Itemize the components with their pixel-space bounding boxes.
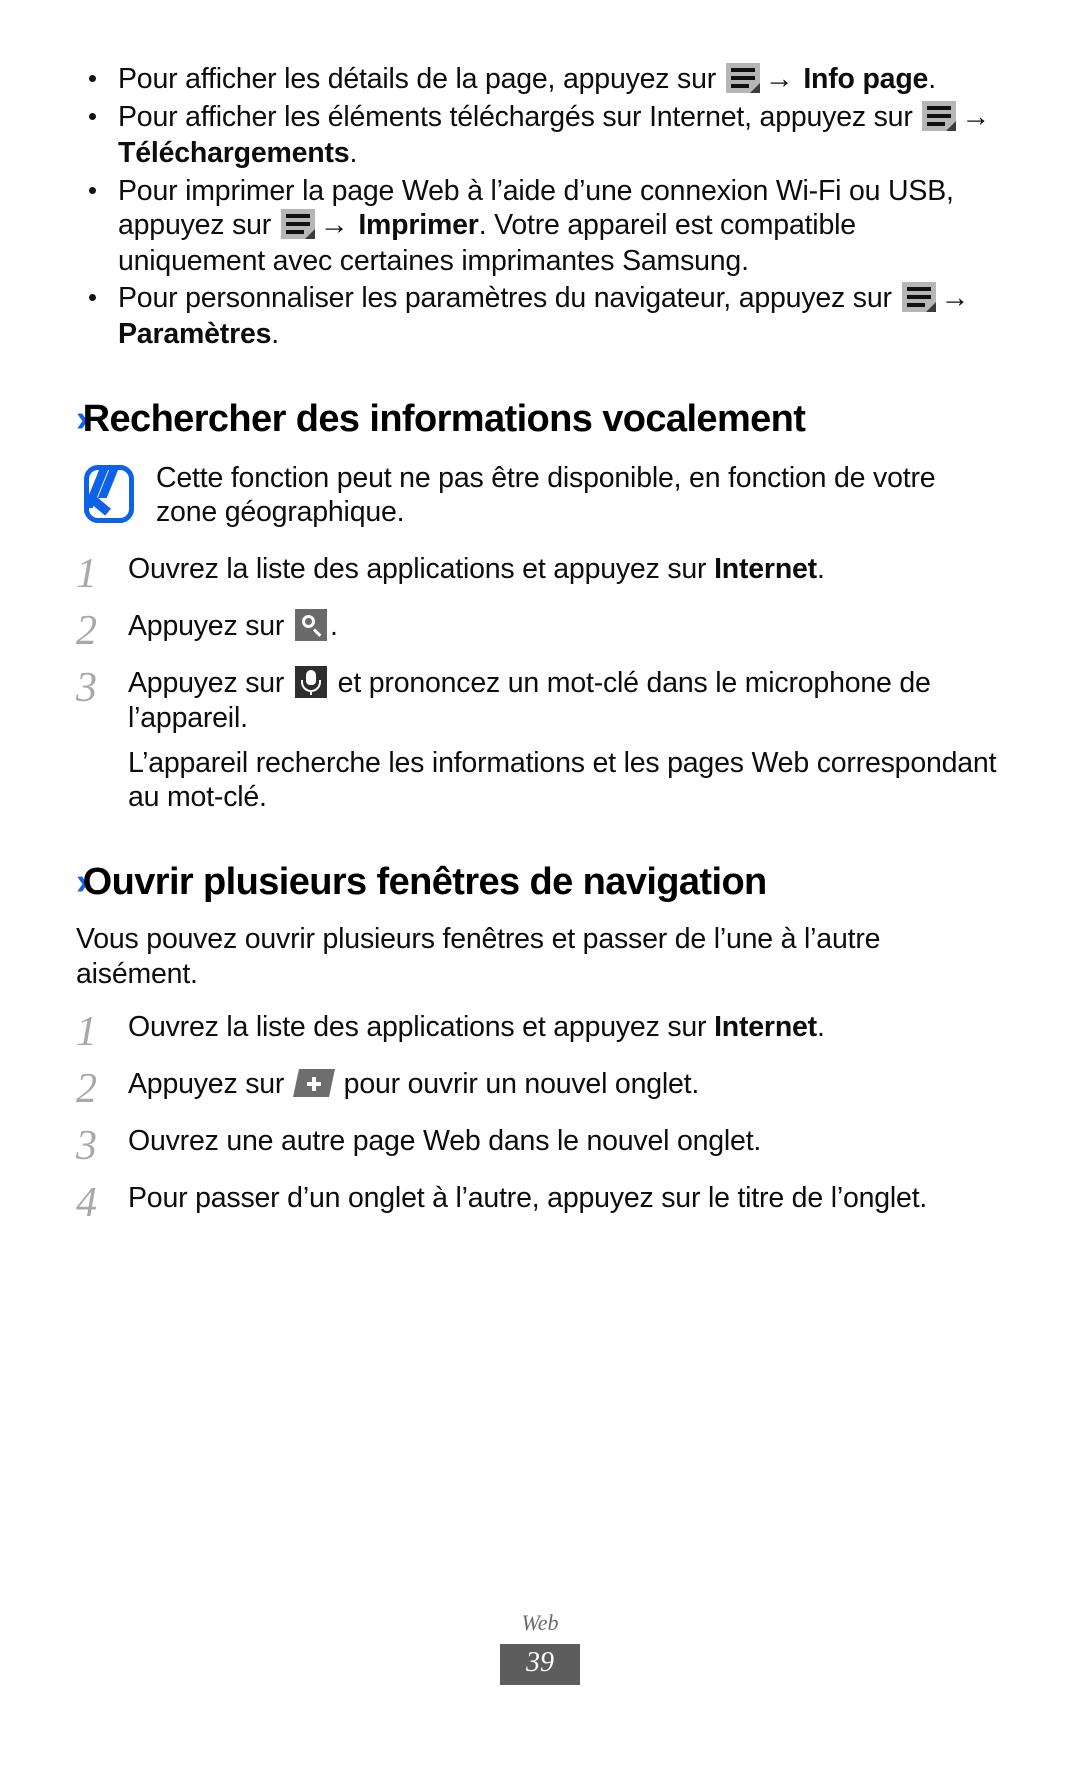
step-item: 1 Ouvrez la liste des applications et ap…	[76, 552, 1004, 595]
bullet-imprimer: Pour imprimer la page Web à l’aide d’une…	[76, 174, 1004, 279]
bullet-text-part2: .	[928, 63, 936, 95]
new-tab-icon	[292, 1068, 335, 1097]
section-heading-multiple-windows: › Ouvrir plusieurs fenêtres de navigatio…	[76, 861, 1004, 904]
step-body: Appuyez sur pour ouvrir un nouvel onglet…	[128, 1067, 1004, 1102]
bullet-text-part1: Pour personnaliser les paramètres du nav…	[118, 282, 900, 315]
step-number: 4	[76, 1179, 97, 1226]
footer-chapter-label: Web	[521, 1610, 559, 1635]
chevron-right-icon: ›	[76, 861, 85, 904]
bullet-dot-icon	[89, 113, 96, 121]
section-intro-paragraph: Vous pouvez ouvrir plusieurs fenêtres et…	[76, 923, 881, 990]
bullet-text-part2: .	[349, 136, 358, 169]
menu-key-icon	[725, 63, 760, 93]
steps-multiple-windows: 1 Ouvrez la liste des applications et ap…	[76, 1010, 1004, 1224]
step-number: 3	[76, 665, 97, 712]
search-icon	[294, 609, 327, 642]
chevron-right-icon: ›	[76, 397, 85, 440]
step-text-part2: pour ouvrir un nouvel onglet.	[335, 1067, 700, 1100]
step-item: 4 Pour passer d’un onglet à l’autre, app…	[76, 1181, 1004, 1224]
arrow-glyph: →	[940, 282, 970, 315]
section-title: Ouvrir plusieurs fenêtres de navigation	[82, 861, 768, 904]
bullet-parametres: Pour personnaliser les paramètres du nav…	[76, 281, 1004, 351]
bullet-dot-icon	[89, 294, 96, 302]
steps-voice-search: 1 Ouvrez la liste des applications et ap…	[76, 552, 1004, 815]
bullet-dot-icon	[89, 75, 96, 82]
step-bold-term: Internet	[714, 553, 817, 586]
bullet-bold-term: Imprimer	[358, 209, 479, 242]
bullet-bold-term: Paramètres	[118, 317, 272, 350]
step-body: Appuyez sur .	[128, 609, 1004, 644]
step-body: Ouvrez une autre page Web dans le nouvel…	[128, 1124, 762, 1157]
step-number: 2	[76, 1065, 97, 1112]
step-text-part2: .	[816, 553, 825, 586]
bullet-bold-term: Téléchargements	[118, 136, 350, 169]
step-item: 2 Appuyez sur .	[76, 609, 1004, 652]
bullet-text-part2: .	[271, 317, 279, 350]
samsung-note-icon	[84, 464, 134, 523]
arrow-glyph: →	[319, 209, 349, 242]
bullet-dot-icon	[89, 186, 96, 194]
manual-page: Pour afficher les détails de la page, ap…	[0, 0, 1080, 1771]
arrow-glyph: →	[764, 63, 794, 95]
section-heading-voice-search: › Rechercher des informations vocalement	[76, 398, 1004, 441]
step-text-part1: Ouvrez la liste des applications et appu…	[128, 553, 715, 586]
step-item: 1 Ouvrez la liste des applications et ap…	[76, 1010, 1004, 1053]
menu-key-icon	[922, 101, 957, 132]
page-footer: Web 39	[0, 1610, 1080, 1685]
bullet-info-page: Pour afficher les détails de la page, ap…	[76, 62, 1004, 97]
step-number: 1	[76, 551, 97, 598]
step-text-part1: Appuyez sur	[128, 610, 292, 643]
bullet-bold-term: Info page	[803, 63, 929, 95]
step-number: 3	[76, 1122, 97, 1169]
menu-key-icon	[901, 282, 936, 313]
note-text: Cette fonction peut ne pas être disponib…	[156, 461, 936, 529]
bullet-text-part1: Pour afficher les détails de la page, ap…	[118, 63, 724, 95]
step-text-part1: Appuyez sur	[128, 667, 292, 700]
arrow-glyph: →	[961, 101, 991, 134]
step-item: 3 Appuyez sur et prononcez un mot-clé da…	[76, 666, 1004, 815]
step-number: 1	[76, 1008, 97, 1055]
menu-key-icon	[280, 209, 315, 240]
step-number: 2	[76, 608, 97, 655]
microphone-icon	[294, 666, 327, 699]
bullet-telechargements: Pour afficher les éléments téléchargés s…	[76, 100, 1004, 170]
step-item: 3 Ouvrez une autre page Web dans le nouv…	[76, 1124, 1004, 1167]
note-box: Cette fonction peut ne pas être disponib…	[76, 459, 1004, 531]
step-text-part1: Ouvrez la liste des applications et appu…	[128, 1010, 715, 1043]
bullet-list: Pour afficher les détails de la page, ap…	[76, 62, 1004, 352]
bullet-text-part1: Pour afficher les éléments téléchargés s…	[118, 101, 921, 134]
step-text-part2: .	[816, 1010, 825, 1043]
step-body: Ouvrez la liste des applications et appu…	[128, 1010, 1004, 1045]
footer-page-number: 39	[500, 1644, 580, 1685]
step-text-part2: .	[329, 610, 338, 643]
section-title: Rechercher des informations vocalement	[82, 397, 806, 440]
step-text-part1: Appuyez sur	[128, 1067, 292, 1100]
step-body: Pour passer d’un onglet à l’autre, appuy…	[128, 1181, 928, 1214]
step-body: Appuyez sur et prononcez un mot-clé dans…	[128, 666, 1004, 815]
step-item: 2 Appuyez sur pour ouvrir un nouvel ongl…	[76, 1067, 1004, 1110]
step-body: Ouvrez la liste des applications et appu…	[128, 552, 1004, 587]
step-bold-term: Internet	[714, 1010, 817, 1043]
step-extra-text: L’appareil recherche les informations et…	[128, 746, 997, 814]
